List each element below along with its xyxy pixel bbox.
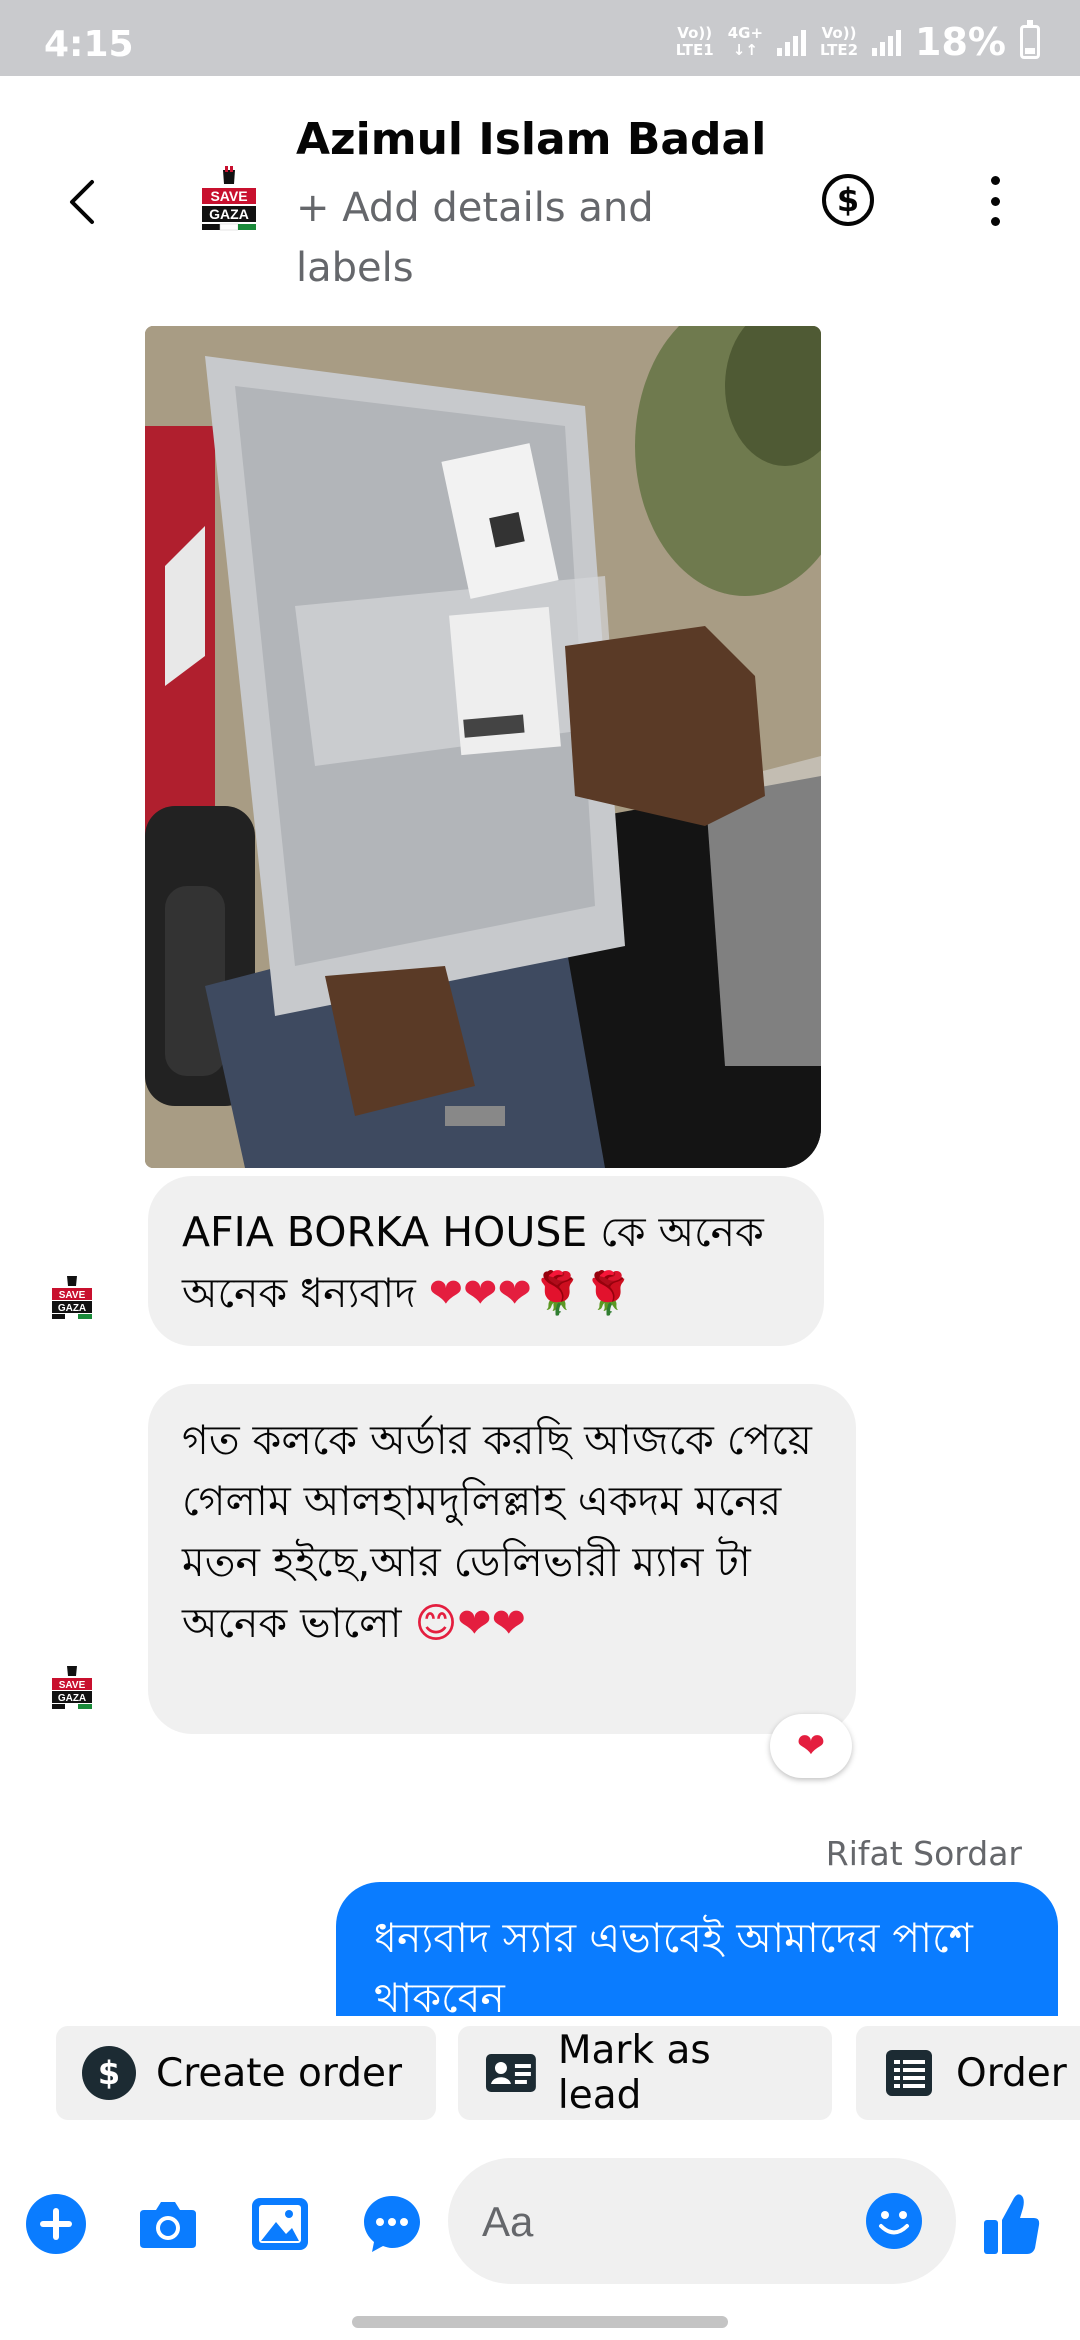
mark-as-lead-button[interactable]: Mark as lead — [458, 2026, 832, 2120]
photo-message[interactable] — [145, 326, 821, 1168]
message-text: ধন্যবাদ স্যার এভাবেই আমাদের পাশে থাকবেন — [374, 1914, 973, 2016]
battery-percent: 18% — [915, 20, 1006, 64]
heart-reaction[interactable]: ❤ — [770, 1714, 852, 1778]
sender-name: Rifat Sordar — [825, 1834, 1022, 1873]
svg-text:SAVE: SAVE — [59, 1290, 86, 1301]
dollar-circle-icon: $ — [82, 2046, 136, 2100]
add-details-link[interactable]: + Add details and labels — [296, 178, 716, 298]
incoming-message[interactable]: AFIA BORKA HOUSE কে অনেক অনেক ধন্যবাদ ❤❤… — [148, 1176, 824, 1346]
svg-text:SAVE: SAVE — [59, 1680, 86, 1691]
status-time: 4:15 — [44, 24, 134, 65]
dollar-icon: $ — [836, 181, 860, 219]
emoji-smile-hearts: 😊❤❤ — [414, 1599, 527, 1647]
signal-icon-2 — [872, 28, 902, 56]
svg-text:$: $ — [98, 2054, 120, 2092]
contact-avatar[interactable]: SAVE GAZA — [194, 166, 264, 236]
svg-text:GAZA: GAZA — [58, 1693, 86, 1704]
thumbs-up-icon[interactable] — [982, 2190, 1042, 2258]
contact-avatar-small[interactable]: SAVE GAZA — [48, 1274, 96, 1322]
camera-icon[interactable] — [136, 2192, 200, 2256]
gallery-icon[interactable] — [248, 2192, 312, 2256]
incoming-message[interactable]: গত কলকে অর্ডার করছি আজকে পেয়ে গেলাম আলহ… — [148, 1384, 856, 1734]
order-label: Order — [956, 2050, 1067, 2096]
status-indicators: Vo)) LTE1 4G+ ↓↑ Vo)) LTE2 18% — [676, 20, 1040, 64]
conversation-header: SAVE GAZA Azimul Islam Badal + Add detai… — [0, 76, 1080, 306]
battery-icon — [1020, 20, 1040, 59]
contact-name[interactable]: Azimul Islam Badal — [296, 114, 766, 165]
outgoing-message[interactable]: ধন্যবাদ স্যার এভাবেই আমাদের পাশে থাকবেন — [336, 1882, 1058, 2016]
contact-card-icon — [485, 2054, 536, 2092]
create-order-button[interactable]: $ Create order — [56, 2026, 436, 2120]
svg-text:GAZA: GAZA — [58, 1303, 86, 1314]
message-thread[interactable]: AFIA BORKA HOUSE কে অনেক অনেক ধন্যবাদ ❤❤… — [0, 306, 1080, 2016]
create-order-label: Create order — [156, 2050, 402, 2096]
sim1-label: Vo)) LTE1 — [675, 24, 714, 59]
network-type: 4G+ ↓↑ — [727, 24, 764, 59]
message-input[interactable] — [482, 2192, 862, 2252]
svg-text:GAZA: GAZA — [209, 206, 249, 222]
sim2-label: Vo)) LTE2 — [820, 24, 859, 59]
composer-bar — [0, 2140, 1080, 2310]
quick-actions: $ Create order Mark as lead Order — [0, 2026, 1080, 2126]
plus-icon[interactable] — [24, 2192, 88, 2256]
chat-bubble-icon[interactable] — [360, 2192, 424, 2256]
back-arrow-icon[interactable] — [60, 172, 104, 232]
signal-icon — [777, 28, 807, 56]
svg-text:SAVE: SAVE — [210, 188, 247, 204]
payment-button[interactable]: $ — [822, 174, 874, 226]
mark-as-lead-label: Mark as lead — [557, 2028, 711, 2118]
more-options-button[interactable] — [980, 176, 1010, 226]
home-indicator[interactable] — [352, 2316, 728, 2328]
message-input-box[interactable] — [448, 2158, 956, 2284]
emoji-icon[interactable] — [864, 2191, 924, 2251]
order-button[interactable]: Order — [856, 2026, 1080, 2120]
emoji-hearts-roses: ❤❤❤🌹🌹 — [428, 1269, 634, 1317]
receipt-icon — [886, 2050, 932, 2096]
status-bar: 4:15 Vo)) LTE1 4G+ ↓↑ Vo)) LTE2 18% — [0, 0, 1080, 76]
contact-avatar-small[interactable]: SAVE GAZA — [48, 1664, 96, 1712]
